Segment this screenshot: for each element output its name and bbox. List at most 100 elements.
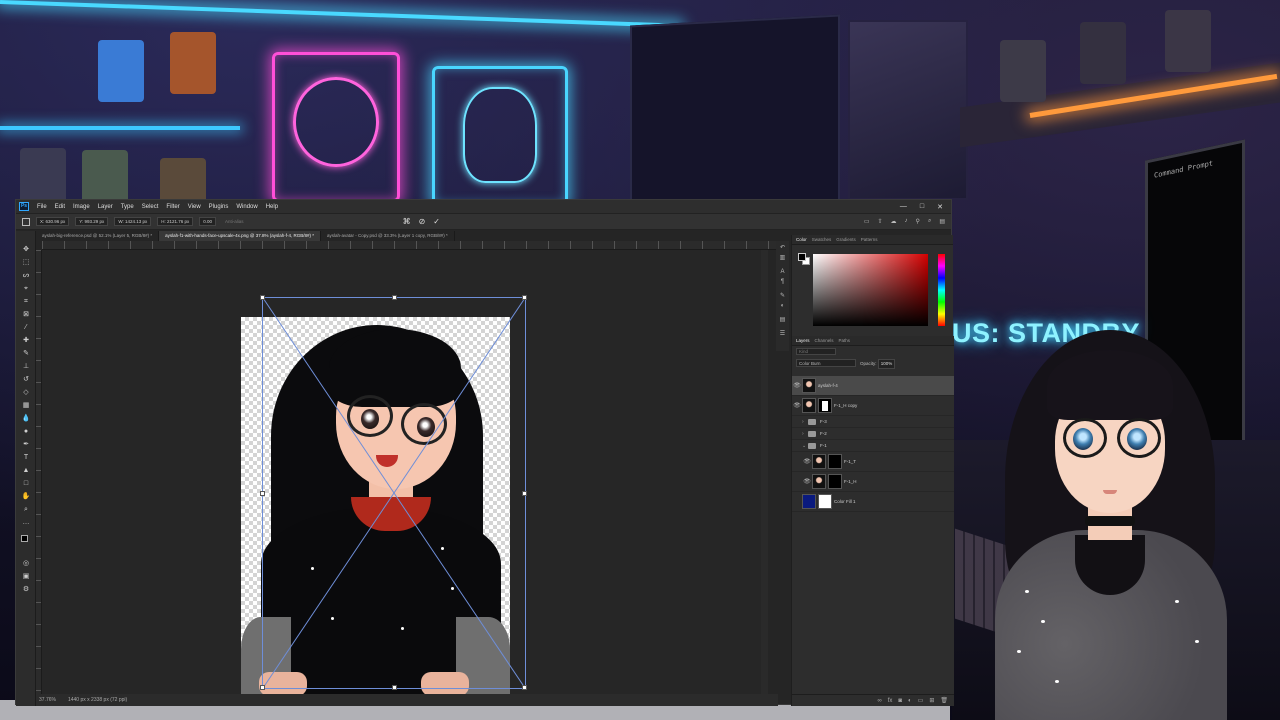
history-brush-icon[interactable]: ↺ <box>21 375 31 384</box>
link-layers-icon[interactable]: ∞ <box>877 698 881 704</box>
tab-patterns[interactable]: Patterns <box>861 237 878 242</box>
move-tool-icon[interactable]: ✥ <box>21 245 31 254</box>
warp-icon[interactable]: ⌘ <box>403 217 411 226</box>
new-group-icon[interactable]: ▭ <box>918 697 924 704</box>
brushes-icon[interactable]: ✎ <box>779 293 786 300</box>
rectangle-tool-icon[interactable]: □ <box>21 479 31 488</box>
rotate-angle-field[interactable]: 0.00 <box>199 217 217 226</box>
transform-handle[interactable] <box>260 295 265 300</box>
paragraph-icon[interactable]: ¶ <box>779 279 786 286</box>
hand-tool-icon[interactable]: ✋ <box>21 492 31 501</box>
history-icon[interactable]: ↶ <box>779 245 786 252</box>
close-button[interactable]: ✕ <box>937 203 943 211</box>
home-icon[interactable] <box>22 217 30 226</box>
doc-tab[interactable]: ayslah-avatar - Copy.psd @ 33.3% (Layer … <box>321 231 455 241</box>
interpolation-select[interactable]: Anti-alias <box>222 218 247 225</box>
add-mask-icon[interactable]: ◙ <box>898 698 902 704</box>
screen-mode-icon[interactable]: ▣ <box>21 572 31 581</box>
visibility-eye-icon[interactable]: 👁 <box>792 402 802 409</box>
crop-tool-icon[interactable]: ⌗ <box>21 297 31 306</box>
tab-layers[interactable]: Layers <box>796 338 810 343</box>
brush-tool-icon[interactable]: ✎ <box>21 349 31 358</box>
transform-handle[interactable] <box>522 491 527 496</box>
canvas-area[interactable] <box>42 250 761 694</box>
free-transform-box[interactable] <box>260 295 527 690</box>
frame-tool-icon[interactable]: ⊠ <box>21 310 31 319</box>
visibility-eye-icon[interactable]: 👁 <box>802 478 812 485</box>
eyedropper-tool-icon[interactable]: ⁄ <box>21 323 31 332</box>
menu-view[interactable]: View <box>184 204 205 210</box>
gradient-tool-icon[interactable]: ▦ <box>21 401 31 410</box>
transform-handle[interactable] <box>260 491 265 496</box>
transform-handle[interactable] <box>392 295 397 300</box>
type-tool-icon[interactable]: T <box>21 453 31 462</box>
cloud-icon[interactable]: ☁ <box>891 218 897 225</box>
minimize-button[interactable]: — <box>900 203 907 211</box>
layer-group-row[interactable]: ⌄ F-1 <box>792 440 954 452</box>
zoom-level[interactable]: 37.76% <box>39 697 56 703</box>
tab-color[interactable]: Color <box>796 237 807 242</box>
menu-type[interactable]: Type <box>117 204 138 210</box>
transform-h-field[interactable]: H: 2121.76 px <box>157 217 194 226</box>
pen-tool-icon[interactable]: ✒ <box>21 440 31 449</box>
layer-row[interactable]: 👁 F-1_T <box>792 452 954 472</box>
more-tools-icon[interactable]: … <box>21 518 31 527</box>
search-icon[interactable]: ⌕ <box>928 218 931 225</box>
color-picker-field[interactable] <box>813 254 928 326</box>
commit-transform-icon[interactable]: ✓ <box>433 217 440 226</box>
layer-group-row[interactable]: › F-2 <box>792 428 954 440</box>
tab-swatches[interactable]: Swatches <box>812 237 832 242</box>
foreground-color[interactable] <box>798 253 806 261</box>
lasso-tool-icon[interactable]: ᔕ <box>21 271 31 280</box>
stamp-tool-icon[interactable]: ⊥ <box>21 362 31 371</box>
tab-paths[interactable]: Paths <box>839 338 851 343</box>
layer-filter-kind[interactable]: Kind <box>796 348 836 355</box>
foreground-color-swatch[interactable] <box>21 535 28 542</box>
layer-row[interactable]: 👁 F-1_H copy <box>792 396 954 416</box>
marquee-tool-icon[interactable]: ⬚ <box>21 258 31 267</box>
doc-tab[interactable]: ayslah-big-reference.psd @ 52.1% (Layer … <box>36 231 160 241</box>
properties-icon[interactable]: ▥ <box>779 255 786 262</box>
adjustments-icon[interactable]: ◐ <box>779 303 786 310</box>
notifications-icon[interactable]: ♪ <box>905 218 908 225</box>
paths-icon[interactable]: ☰ <box>779 331 786 338</box>
quick-mask-icon[interactable]: ◎ <box>21 559 31 568</box>
menu-plugins[interactable]: Plugins <box>205 204 233 210</box>
new-layer-icon[interactable]: ⊞ <box>929 697 934 704</box>
transform-handle[interactable] <box>522 685 527 690</box>
blur-tool-icon[interactable]: 💧 <box>21 414 31 423</box>
dodge-tool-icon[interactable]: ● <box>21 427 31 436</box>
blend-mode-select[interactable]: Color Burn <box>796 359 856 367</box>
menu-image[interactable]: Image <box>69 204 94 210</box>
discover-icon[interactable]: ⚲ <box>916 218 920 225</box>
visibility-eye-icon[interactable]: 👁 <box>802 458 812 465</box>
layer-style-icon[interactable]: fx <box>888 698 893 704</box>
vertical-scrollbar[interactable] <box>761 250 768 694</box>
hue-slider[interactable] <box>938 254 945 326</box>
layer-row[interactable]: 👁 ayslah-f-4 <box>792 376 954 396</box>
layer-group-row[interactable]: › F-3 <box>792 416 954 428</box>
edit-toolbar-icon[interactable]: ⚙ <box>21 585 31 594</box>
layer-row[interactable]: 👁 F-1_H <box>792 472 954 492</box>
menu-filter[interactable]: Filter <box>162 204 183 210</box>
adjustment-layer-icon[interactable]: ◐ <box>908 698 912 704</box>
menu-edit[interactable]: Edit <box>51 204 69 210</box>
visibility-eye-icon[interactable]: 👁 <box>792 382 802 389</box>
transform-y-field[interactable]: Y: 993.29 px <box>75 217 109 226</box>
workspace-switcher-icon[interactable]: ▤ <box>939 218 945 225</box>
menu-select[interactable]: Select <box>138 204 163 210</box>
layer-row[interactable]: Color Fill 1 <box>792 492 954 512</box>
zoom-tool-icon[interactable]: ⌕ <box>21 505 31 514</box>
libraries-icon[interactable]: ▤ <box>779 317 786 324</box>
transform-handle[interactable] <box>522 295 527 300</box>
tab-channels[interactable]: Channels <box>815 338 834 343</box>
character-icon[interactable]: A <box>779 269 786 276</box>
workspace-icon[interactable]: ▭ <box>864 218 870 225</box>
doc-tab-active[interactable]: ayslah-f1-with-hands-face-upscale-4x.png… <box>159 231 322 241</box>
delete-layer-icon[interactable]: 🗑 <box>940 697 948 704</box>
tab-gradients[interactable]: Gradients <box>836 237 856 242</box>
healing-brush-icon[interactable]: ✚ <box>21 336 31 345</box>
share-icon[interactable]: ⇧ <box>878 218 883 225</box>
menu-window[interactable]: Window <box>232 204 261 210</box>
transform-handle[interactable] <box>392 685 397 690</box>
